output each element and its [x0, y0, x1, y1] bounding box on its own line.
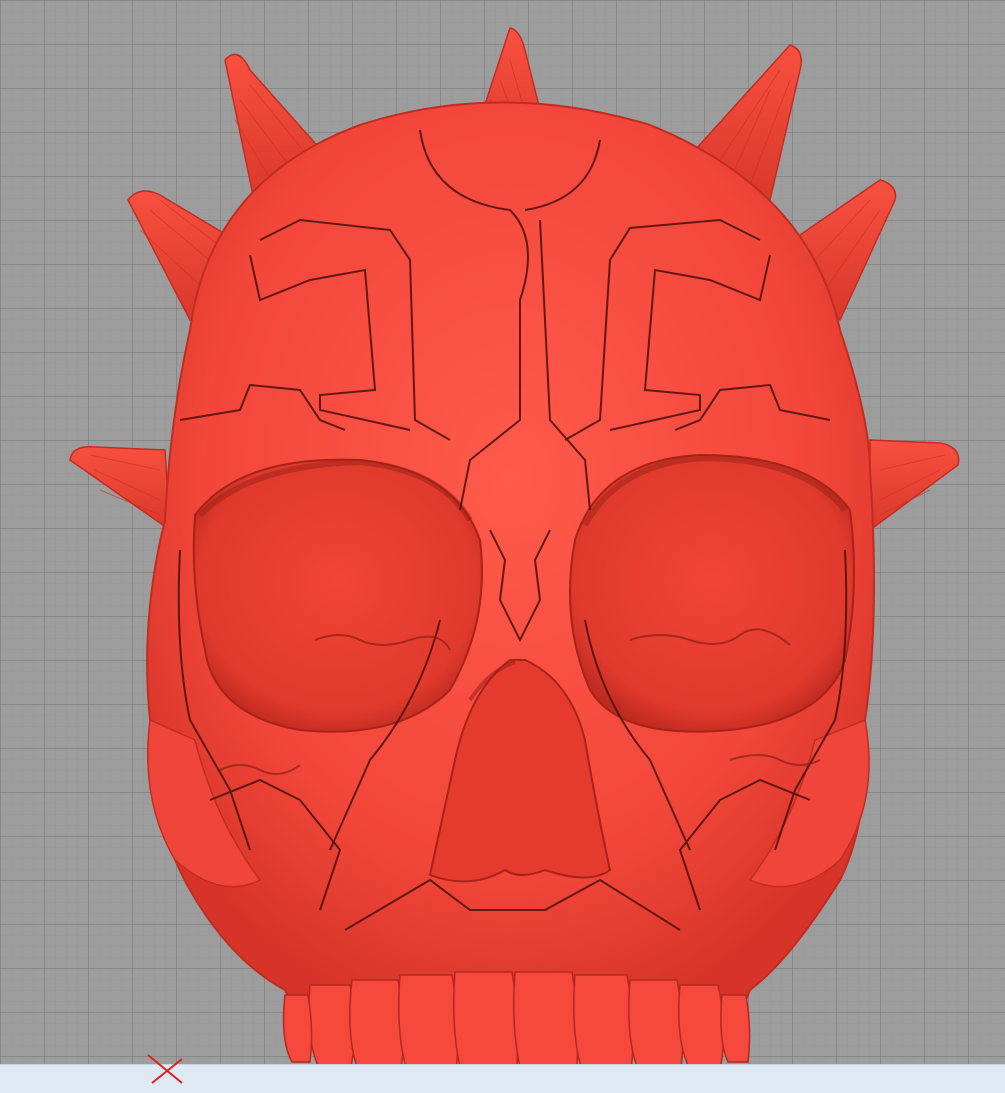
tooth — [282, 994, 313, 1063]
tooth — [308, 984, 356, 1071]
axis-x-icon — [147, 1054, 183, 1084]
horn-lower-left — [69, 446, 171, 532]
tooth — [349, 979, 405, 1076]
3d-viewport[interactable] — [0, 0, 1005, 1093]
tooth — [628, 979, 684, 1076]
tooth — [720, 994, 751, 1063]
eye-socket-right — [569, 453, 855, 733]
skull-model[interactable] — [0, 0, 1005, 1093]
eye-socket-left — [192, 458, 483, 733]
tooth — [678, 984, 725, 1071]
horn-lower-right — [869, 439, 960, 532]
